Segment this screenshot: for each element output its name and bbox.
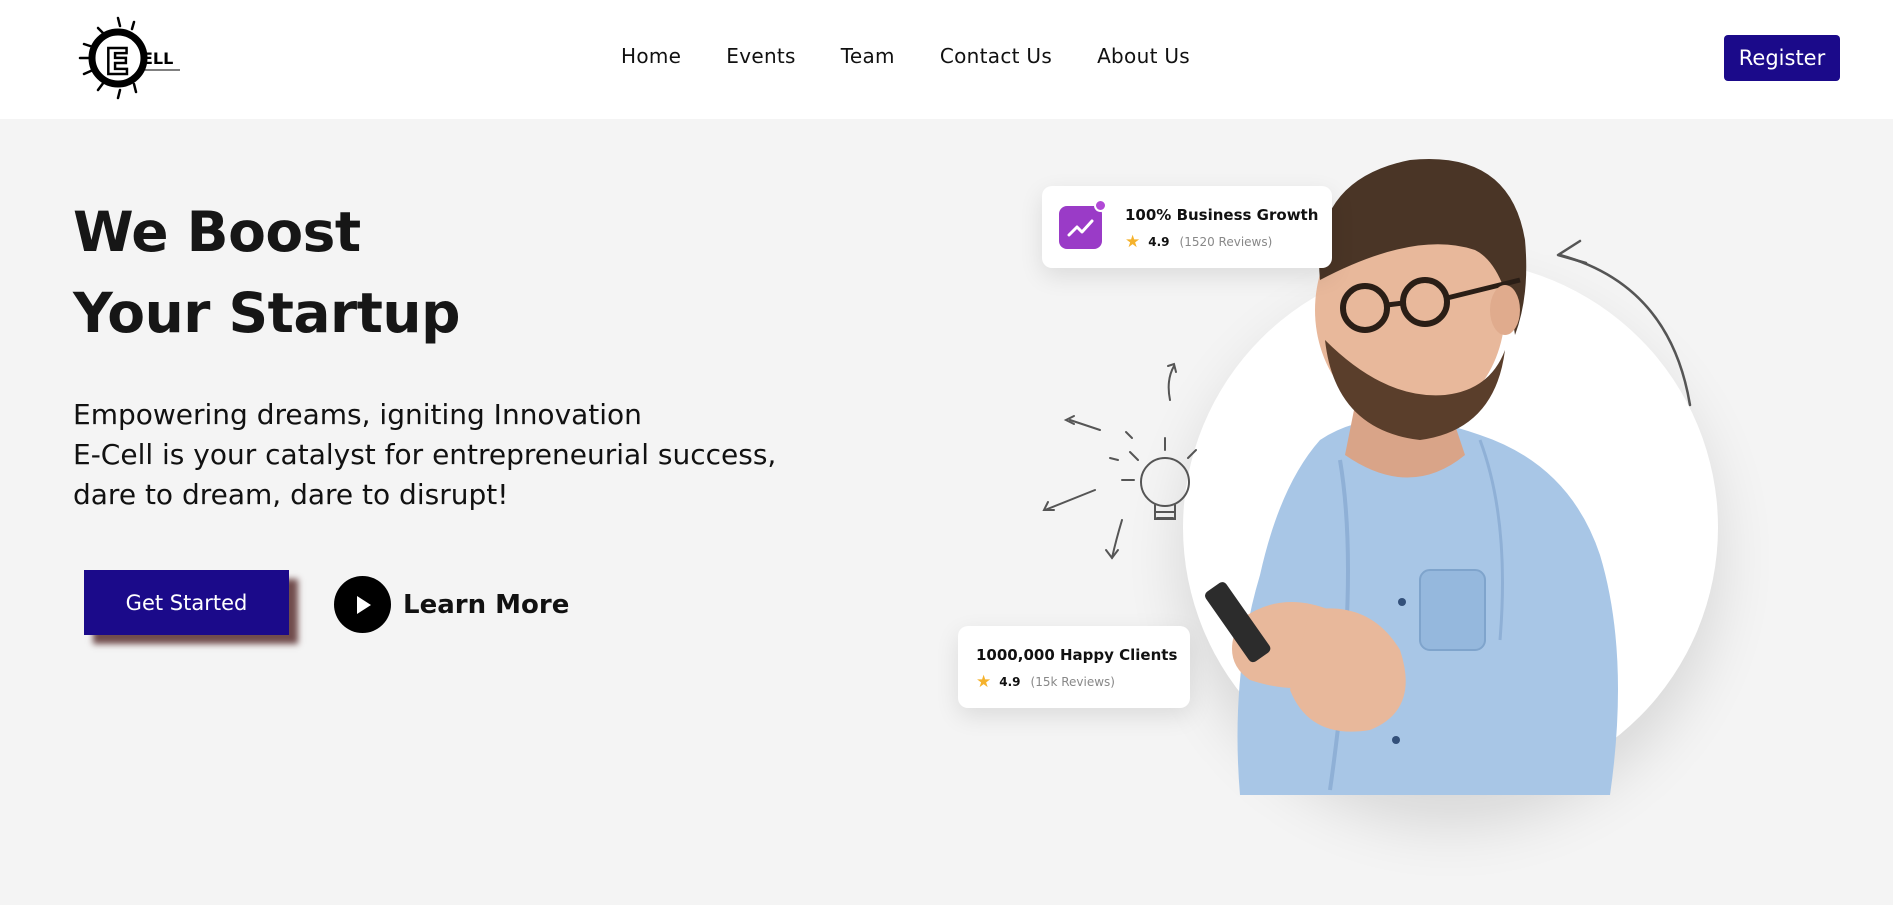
- main-nav: Home Events Team Contact Us About Us: [621, 44, 1190, 68]
- rating-value: 4.9: [1148, 235, 1170, 249]
- nav-team[interactable]: Team: [841, 44, 895, 68]
- register-button[interactable]: Register: [1724, 35, 1840, 81]
- trending-up-icon: [1059, 206, 1102, 249]
- happy-clients-card: 1000,000 Happy Clients ★ 4.9 (15k Review…: [958, 626, 1190, 708]
- ecell-logo[interactable]: E ELL: [74, 14, 186, 102]
- site-header: E ELL Home Events Team Contact Us About …: [0, 0, 1893, 119]
- business-growth-card: 100% Business Growth ★ 4.9 (1520 Reviews…: [1042, 186, 1332, 268]
- nav-contact-us[interactable]: Contact Us: [940, 44, 1052, 68]
- star-icon: ★: [976, 672, 992, 692]
- play-icon[interactable]: [334, 576, 391, 633]
- svg-text:E: E: [105, 42, 130, 83]
- hero-title-line2: Your Startup: [73, 281, 460, 345]
- learn-more-label[interactable]: Learn More: [403, 590, 569, 620]
- notification-dot: [1094, 199, 1107, 212]
- growth-card-title: 100% Business Growth: [1125, 206, 1319, 224]
- review-count: (1520 Reviews): [1179, 235, 1273, 249]
- hero-subtitle-line3: dare to dream, dare to disrupt!: [73, 478, 509, 511]
- nav-home[interactable]: Home: [621, 44, 681, 68]
- hero-subtitle-line1: Empowering dreams, igniting Innovation: [73, 398, 642, 431]
- growth-card-rating: ★ 4.9 (1520 Reviews): [1125, 232, 1272, 252]
- rating-value: 4.9: [999, 675, 1021, 689]
- hero-subtitle: Empowering dreams, igniting Innovation E…: [73, 395, 776, 515]
- svg-text:ELL: ELL: [142, 49, 173, 68]
- get-started-button[interactable]: Get Started: [84, 570, 289, 635]
- hero-title-line1: We Boost: [73, 200, 361, 264]
- nav-about-us[interactable]: About Us: [1097, 44, 1190, 68]
- clients-card-title: 1000,000 Happy Clients: [976, 646, 1178, 664]
- hero-subtitle-line2: E-Cell is your catalyst for entrepreneur…: [73, 438, 777, 471]
- learn-more-link[interactable]: Learn More: [334, 576, 569, 633]
- star-icon: ★: [1125, 232, 1141, 252]
- clients-card-rating: ★ 4.9 (15k Reviews): [976, 672, 1115, 692]
- nav-events[interactable]: Events: [726, 44, 796, 68]
- review-count: (15k Reviews): [1030, 675, 1115, 689]
- hero-title: We Boost Your Startup: [73, 192, 460, 354]
